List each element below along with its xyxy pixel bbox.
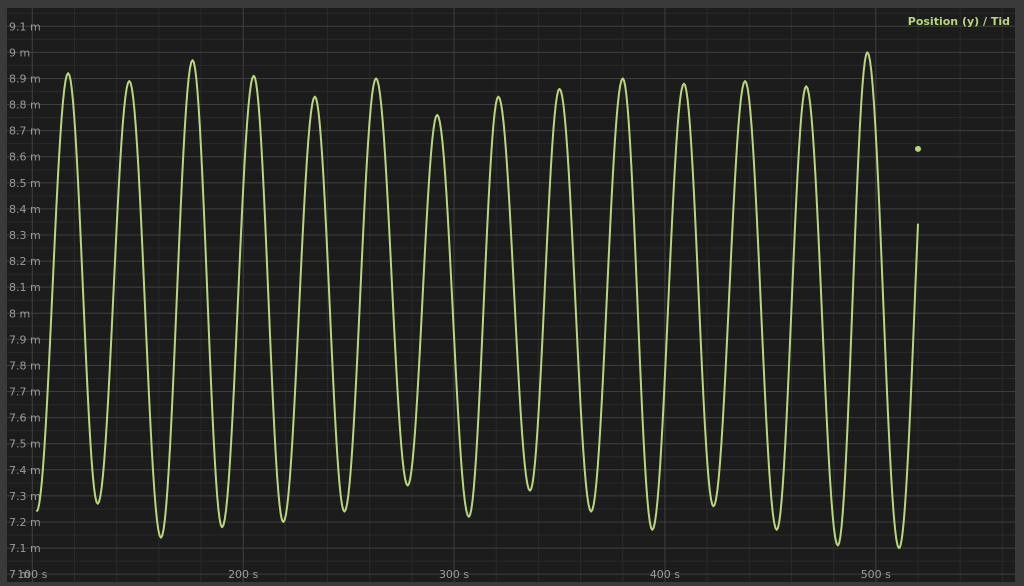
y-tick-label: 8.7 m xyxy=(9,125,41,138)
y-tick-label: 8 m xyxy=(9,307,30,320)
x-tick-label: 200 s xyxy=(228,568,258,581)
x-tick-label: 400 s xyxy=(650,568,680,581)
x-tick-label: 500 s xyxy=(861,568,891,581)
line-chart: 7 m7.1 m7.2 m7.3 m7.4 m7.5 m7.6 m7.7 m7.… xyxy=(7,8,1015,582)
y-tick-label: 8.5 m xyxy=(9,177,41,190)
y-tick-label: 8.6 m xyxy=(9,151,41,164)
y-tick-label: 9 m xyxy=(9,46,30,59)
legend-label: Position (y) / Tid xyxy=(908,15,1010,28)
y-tick-label: 7.3 m xyxy=(9,490,41,503)
y-tick-label: 7.2 m xyxy=(9,516,41,529)
y-tick-label: 7.7 m xyxy=(9,386,41,399)
y-tick-label: 8.8 m xyxy=(9,99,41,112)
x-tick-label: 300 s xyxy=(439,568,469,581)
y-tick-label: 8.4 m xyxy=(9,203,41,216)
y-tick-label: 8.3 m xyxy=(9,229,41,242)
y-tick-label: 8.2 m xyxy=(9,255,41,268)
y-tick-label: 7.4 m xyxy=(9,464,41,477)
y-tick-label: 7.9 m xyxy=(9,333,41,346)
y-tick-label: 7.5 m xyxy=(9,438,41,451)
y-tick-label: 7.1 m xyxy=(9,542,41,555)
x-tick-label: 100 s xyxy=(17,568,47,581)
y-tick-label: 9.1 m xyxy=(9,20,41,33)
y-tick-label: 8.1 m xyxy=(9,281,41,294)
series-end-point xyxy=(914,145,921,152)
y-tick-label: 8.9 m xyxy=(9,72,41,85)
y-tick-label: 7.8 m xyxy=(9,359,41,372)
y-tick-label: 7.6 m xyxy=(9,412,41,425)
chart-panel: 7 m 7.1 m 7.2 m 7.3 m 7.4 m 7.5 m 7.6 m 7.7 m 7.… xyxy=(0,0,1024,586)
